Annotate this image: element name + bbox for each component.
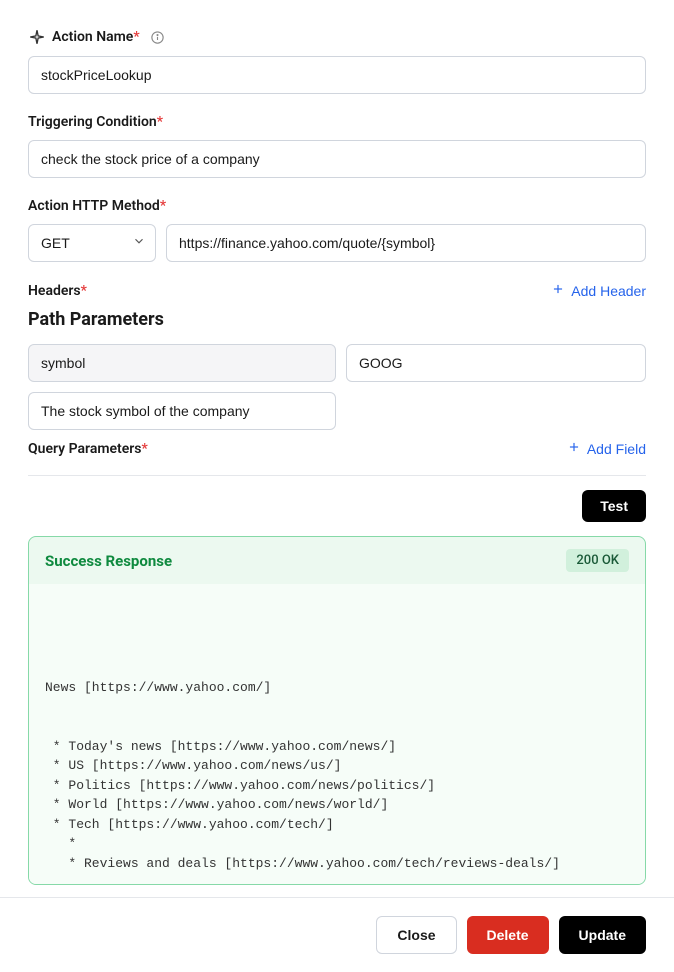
action-editor-modal: Action Name* Triggering Condition*	[0, 0, 674, 972]
sparkle-icon	[28, 28, 46, 46]
triggering-condition-label-row: Triggering Condition*	[28, 114, 646, 130]
response-header: Success Response 200 OK	[29, 537, 645, 584]
test-button[interactable]: Test	[582, 490, 646, 522]
add-header-label: Add Header	[571, 283, 646, 299]
action-name-input[interactable]	[28, 56, 646, 94]
path-param-name-input[interactable]	[28, 344, 336, 382]
response-title: Success Response	[45, 552, 172, 570]
http-method-select-wrapper: GET	[28, 224, 156, 262]
update-button[interactable]: Update	[559, 916, 646, 954]
http-method-group: Action HTTP Method* GET	[28, 198, 646, 262]
headers-row: Headers* Add Header	[28, 282, 646, 299]
http-method-label-row: Action HTTP Method*	[28, 198, 646, 214]
action-name-label: Action Name*	[52, 29, 140, 45]
http-method-label: Action HTTP Method*	[28, 198, 166, 214]
add-field-button[interactable]: Add Field	[567, 440, 646, 457]
path-param-desc-input[interactable]	[28, 392, 336, 430]
response-panel: Success Response 200 OK News [https://ww…	[28, 536, 646, 885]
triggering-condition-group: Triggering Condition*	[28, 114, 646, 178]
headers-label: Headers*	[28, 283, 87, 299]
add-field-label: Add Field	[587, 441, 646, 457]
http-url-input[interactable]	[166, 224, 646, 262]
modal-content: Action Name* Triggering Condition*	[0, 0, 674, 897]
response-body[interactable]: News [https://www.yahoo.com/] * Today's …	[29, 584, 645, 884]
path-param-desc-row	[28, 392, 646, 430]
info-icon[interactable]	[150, 29, 166, 45]
http-method-select[interactable]: GET	[28, 224, 156, 262]
delete-button[interactable]: Delete	[467, 916, 549, 954]
add-header-button[interactable]: Add Header	[551, 282, 646, 299]
triggering-condition-input[interactable]	[28, 140, 646, 178]
plus-icon	[567, 440, 581, 457]
path-parameters-title: Path Parameters	[28, 309, 646, 330]
query-parameters-label: Query Parameters*	[28, 441, 148, 457]
query-parameters-row: Query Parameters* Add Field	[28, 440, 646, 476]
close-button[interactable]: Close	[376, 916, 456, 954]
modal-footer: Close Delete Update	[0, 897, 674, 972]
action-name-label-row: Action Name*	[28, 28, 646, 46]
path-param-row	[28, 344, 646, 382]
status-badge: 200 OK	[566, 549, 629, 572]
action-name-group: Action Name*	[28, 28, 646, 94]
test-row: Test	[28, 490, 646, 522]
plus-icon	[551, 282, 565, 299]
http-method-row: GET	[28, 224, 646, 262]
triggering-condition-label: Triggering Condition*	[28, 114, 163, 130]
path-param-value-input[interactable]	[346, 344, 646, 382]
